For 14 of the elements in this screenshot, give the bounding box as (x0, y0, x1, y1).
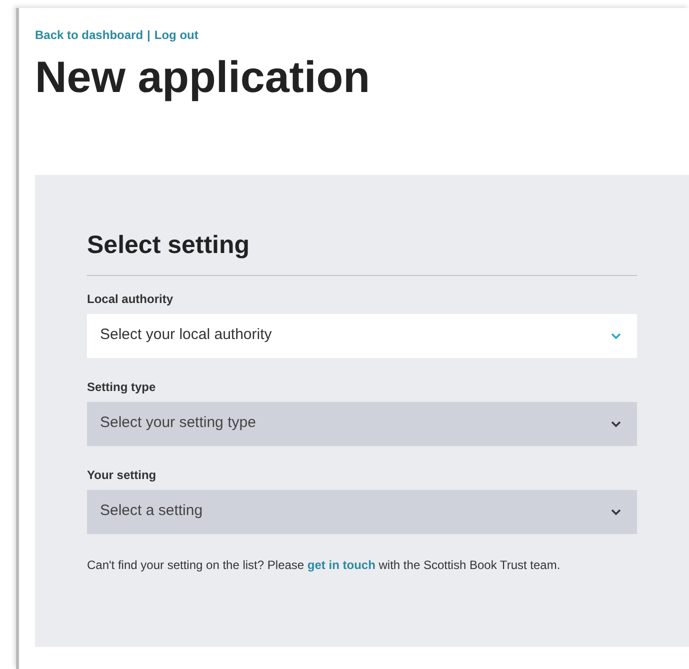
nav-separator: | (147, 27, 150, 44)
chevron-down-icon (610, 508, 622, 516)
page-title: New application (35, 52, 371, 104)
nav-link[interactable]: Back to dashboard (35, 26, 144, 44)
help-text: Can't find your setting on the list? Please get in touch with the Scottish Book Trust team. (87, 556, 562, 574)
contact-link[interactable]: get in touch (307, 558, 376, 572)
chevron-down-icon (610, 332, 622, 340)
field-label: Setting type (87, 378, 157, 396)
form-title: Select setting (87, 227, 637, 276)
field-label: Local authority (87, 290, 174, 308)
field-label: Your setting (87, 466, 158, 484)
chevron-down-icon (610, 420, 622, 428)
nav-link[interactable]: Log out (154, 26, 198, 44)
select-field[interactable]: Select your local authority (87, 314, 637, 358)
